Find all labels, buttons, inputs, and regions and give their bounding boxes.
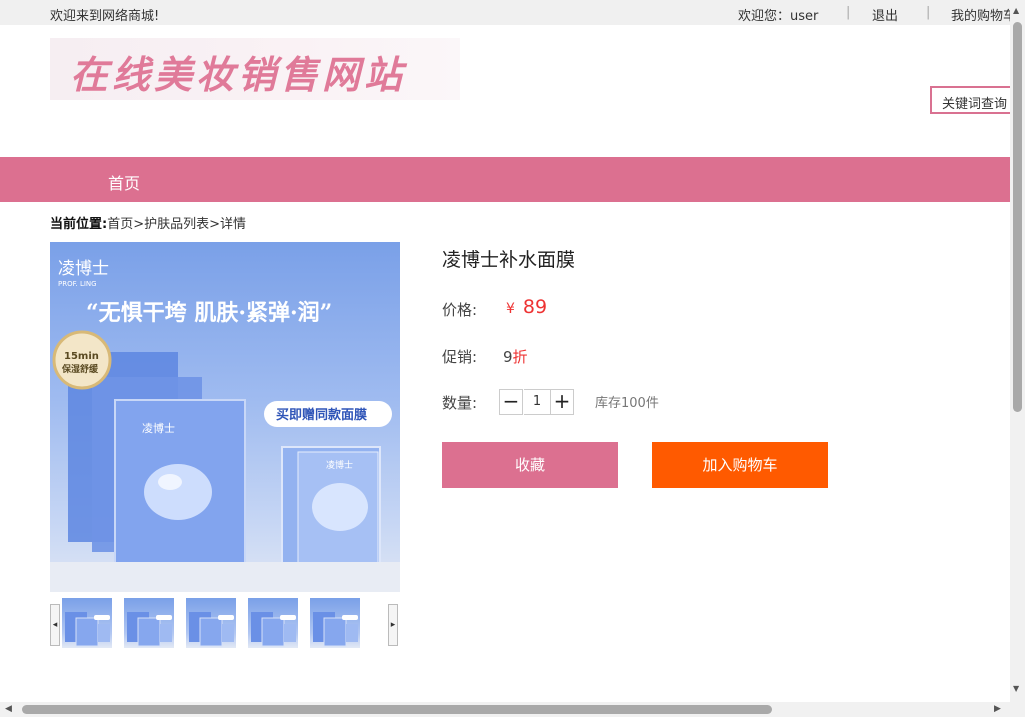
stock-text: 库存100件: [595, 396, 659, 411]
thumb-next-arrow[interactable]: ▸: [388, 604, 398, 646]
nav-item-home[interactable]: 首页: [108, 170, 140, 194]
thumbnail-2[interactable]: [124, 598, 174, 648]
separator: |: [846, 5, 851, 20]
product-image-graphic: 凌博士 PROF. LING “无惧干垮 肌肤·紧弹·润” 凌博士 15min …: [50, 259, 400, 592]
image-slogan: “无惧干垮 肌肤·紧弹·润”: [86, 300, 332, 326]
price-label: 价格:: [442, 301, 478, 319]
thumbnail-5[interactable]: [310, 598, 360, 648]
breadcrumb-sep: >: [133, 217, 145, 232]
thumb-prev-arrow[interactable]: ◂: [50, 604, 60, 646]
promo-unit: 折: [512, 348, 528, 366]
welcome-text: 欢迎来到网络商城!: [50, 9, 160, 24]
breadcrumb-detail: 详情: [220, 217, 247, 232]
product-title: 凌博士补水面膜: [442, 249, 576, 271]
price-value: ¥89: [506, 296, 547, 318]
breadcrumb-sep: >: [209, 217, 221, 232]
currency-symbol: ¥: [506, 301, 515, 317]
sachet-brand: 凌博士: [326, 459, 353, 471]
product-main-image: 凌博士 PROF. LING “无惧干垮 肌肤·紧弹·润” 凌博士 15min …: [50, 242, 400, 592]
separator: |: [926, 5, 931, 20]
vertical-scrollbar[interactable]: ▲ ▼: [1010, 0, 1025, 702]
scroll-left-arrow[interactable]: ◀: [5, 704, 12, 714]
scrollbar-corner: [1010, 702, 1025, 717]
image-brand-en: PROF. LING: [58, 280, 97, 288]
scroll-down-arrow[interactable]: ▼: [1013, 684, 1019, 693]
logo-text: 在线美妆销售网站: [70, 52, 407, 97]
qty-input[interactable]: 1: [524, 389, 550, 415]
gift-text: 买即赠同款面膜: [276, 407, 367, 423]
thumbnail-3[interactable]: [186, 598, 236, 648]
logout-link[interactable]: 退出: [872, 5, 898, 24]
breadcrumb-list[interactable]: 护肤品列表: [144, 217, 209, 232]
add-to-cart-button[interactable]: 加入购物车: [652, 442, 828, 488]
thumbnail-1[interactable]: [62, 598, 112, 648]
horizontal-scrollbar[interactable]: ◀ ▶: [0, 702, 1010, 717]
favorite-button[interactable]: 收藏: [442, 442, 618, 488]
top-bar: 欢迎来到网络商城! 欢迎您：user | 退出 | 我的购物车: [0, 0, 1025, 25]
vertical-scroll-thumb[interactable]: [1013, 22, 1022, 412]
thumbnail-4[interactable]: [248, 598, 298, 648]
image-brand: 凌博士: [58, 259, 109, 279]
breadcrumb-lead: 当前位置:: [50, 217, 108, 232]
box-brand: 凌博士: [142, 421, 175, 435]
my-cart-link[interactable]: 我的购物车: [951, 5, 1016, 24]
breadcrumb: 当前位置:首页>护肤品列表>详情: [50, 213, 246, 232]
main-nav: 首页: [0, 157, 1010, 202]
scroll-up-arrow[interactable]: ▲: [1013, 6, 1019, 15]
horizontal-scroll-thumb[interactable]: [22, 705, 772, 714]
badge-top: 15min: [64, 351, 99, 362]
site-logo[interactable]: 在线美妆销售网站: [50, 38, 460, 100]
breadcrumb-home[interactable]: 首页: [107, 217, 133, 232]
promo-value: 9折: [503, 346, 528, 367]
promo-number: 9: [503, 348, 513, 366]
qty-label: 数量:: [442, 394, 478, 412]
thumbnail-strip: ◂ ▸: [50, 598, 400, 648]
price-amount: 89: [522, 296, 548, 318]
qty-minus-button[interactable]: −: [499, 389, 523, 415]
promo-label: 促销:: [442, 348, 478, 366]
scroll-right-arrow[interactable]: ▶: [994, 704, 1001, 714]
user-greeting: 欢迎您：user: [738, 9, 819, 24]
qty-plus-button[interactable]: +: [550, 389, 574, 415]
badge-bottom: 保湿舒缓: [61, 363, 99, 375]
